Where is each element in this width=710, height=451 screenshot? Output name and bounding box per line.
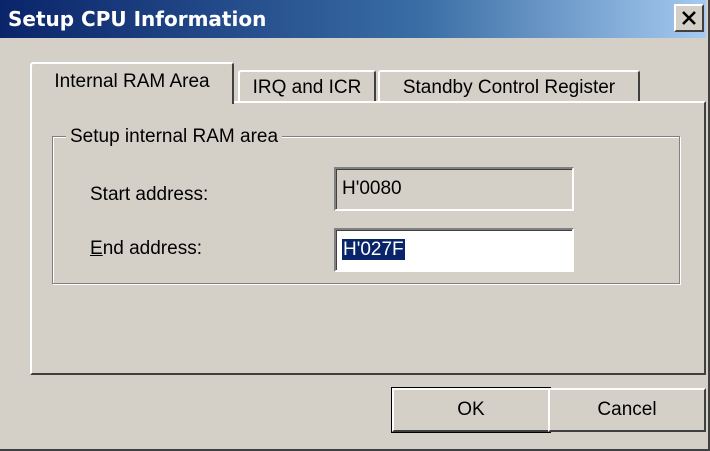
tab-standby-control-register[interactable]: Standby Control Register (378, 70, 640, 103)
end-address-label: End address: (90, 238, 202, 260)
title-bar[interactable]: Setup CPU Information (0, 0, 706, 38)
setup-cpu-dialog: Setup CPU Information IRQ and ICR Standb… (0, 0, 710, 451)
tab-label: Standby Control Register (402, 76, 616, 98)
start-address-label: Start address: (90, 184, 209, 205)
ok-button-label: OK (457, 399, 485, 420)
groupbox-label: Setup internal RAM area (66, 126, 283, 148)
dialog-title: Setup CPU Information (8, 7, 267, 31)
end-address-label-text: nd address: (102, 238, 202, 259)
start-address-value: H'0080 (342, 178, 402, 199)
end-address-mnemonic: E (90, 238, 103, 259)
start-address-field: H'0080 (334, 167, 574, 211)
end-address-value: H'027F (342, 239, 405, 260)
tab-label: IRQ and ICR (252, 76, 362, 98)
close-button[interactable] (674, 4, 704, 32)
cancel-button[interactable]: Cancel (548, 388, 706, 432)
tab-internal-ram-area[interactable]: Internal RAM Area (30, 62, 234, 104)
end-address-field[interactable]: H'027F (334, 228, 574, 272)
close-icon (682, 11, 696, 25)
tab-irq-and-icr[interactable]: IRQ and ICR (238, 70, 376, 103)
cancel-button-label: Cancel (597, 399, 657, 420)
ok-button[interactable]: OK (391, 387, 551, 433)
tab-label: Internal RAM Area (54, 71, 210, 92)
